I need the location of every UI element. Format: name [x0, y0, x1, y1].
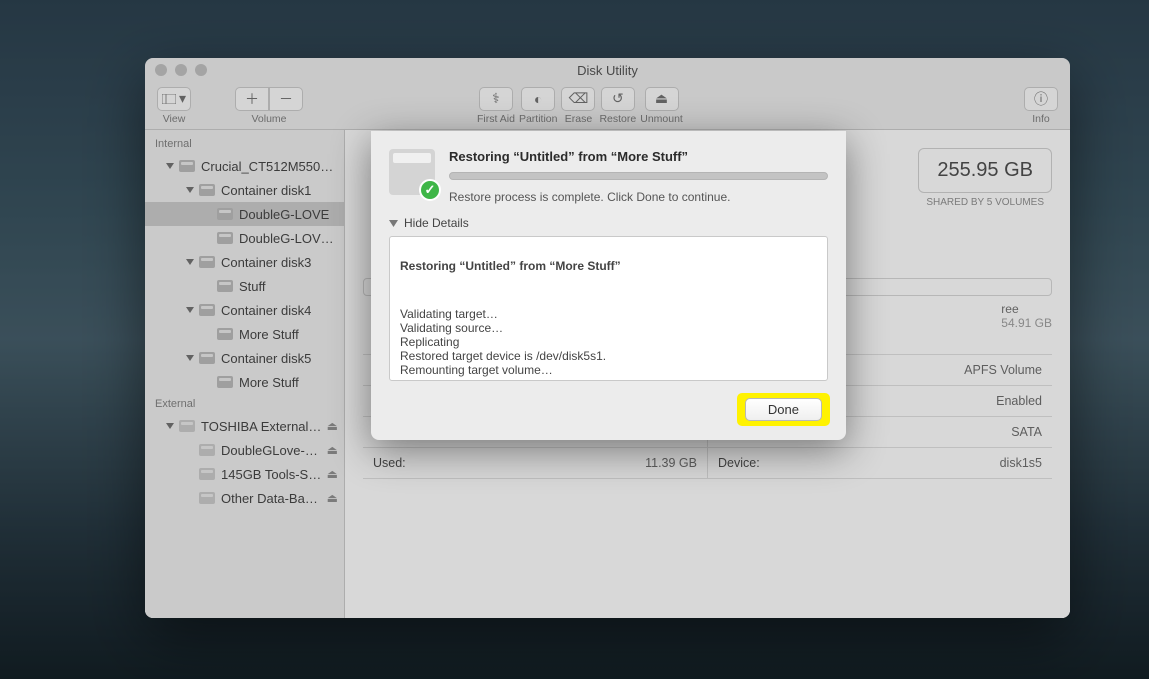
details-toggle[interactable]: Hide Details [389, 216, 828, 230]
sheet-title: Restoring “Untitled” from “More Stuff” [449, 149, 828, 164]
done-highlight: Done [739, 395, 828, 424]
details-log: Restoring “Untitled” from “More Stuff” V… [389, 236, 828, 381]
done-button[interactable]: Done [745, 398, 822, 421]
checkmark-icon: ✓ [419, 179, 441, 201]
log-body: Validating target… Validating source… Re… [400, 307, 606, 377]
log-title: Restoring “Untitled” from “More Stuff” [400, 259, 817, 273]
drive-icon: ✓ [389, 149, 435, 195]
disclosure-down-icon [389, 219, 398, 228]
progress-bar [449, 172, 828, 180]
details-toggle-label: Hide Details [404, 216, 469, 230]
restore-sheet: ✓ Restoring “Untitled” from “More Stuff”… [371, 131, 846, 440]
sheet-message: Restore process is complete. Click Done … [449, 190, 828, 204]
